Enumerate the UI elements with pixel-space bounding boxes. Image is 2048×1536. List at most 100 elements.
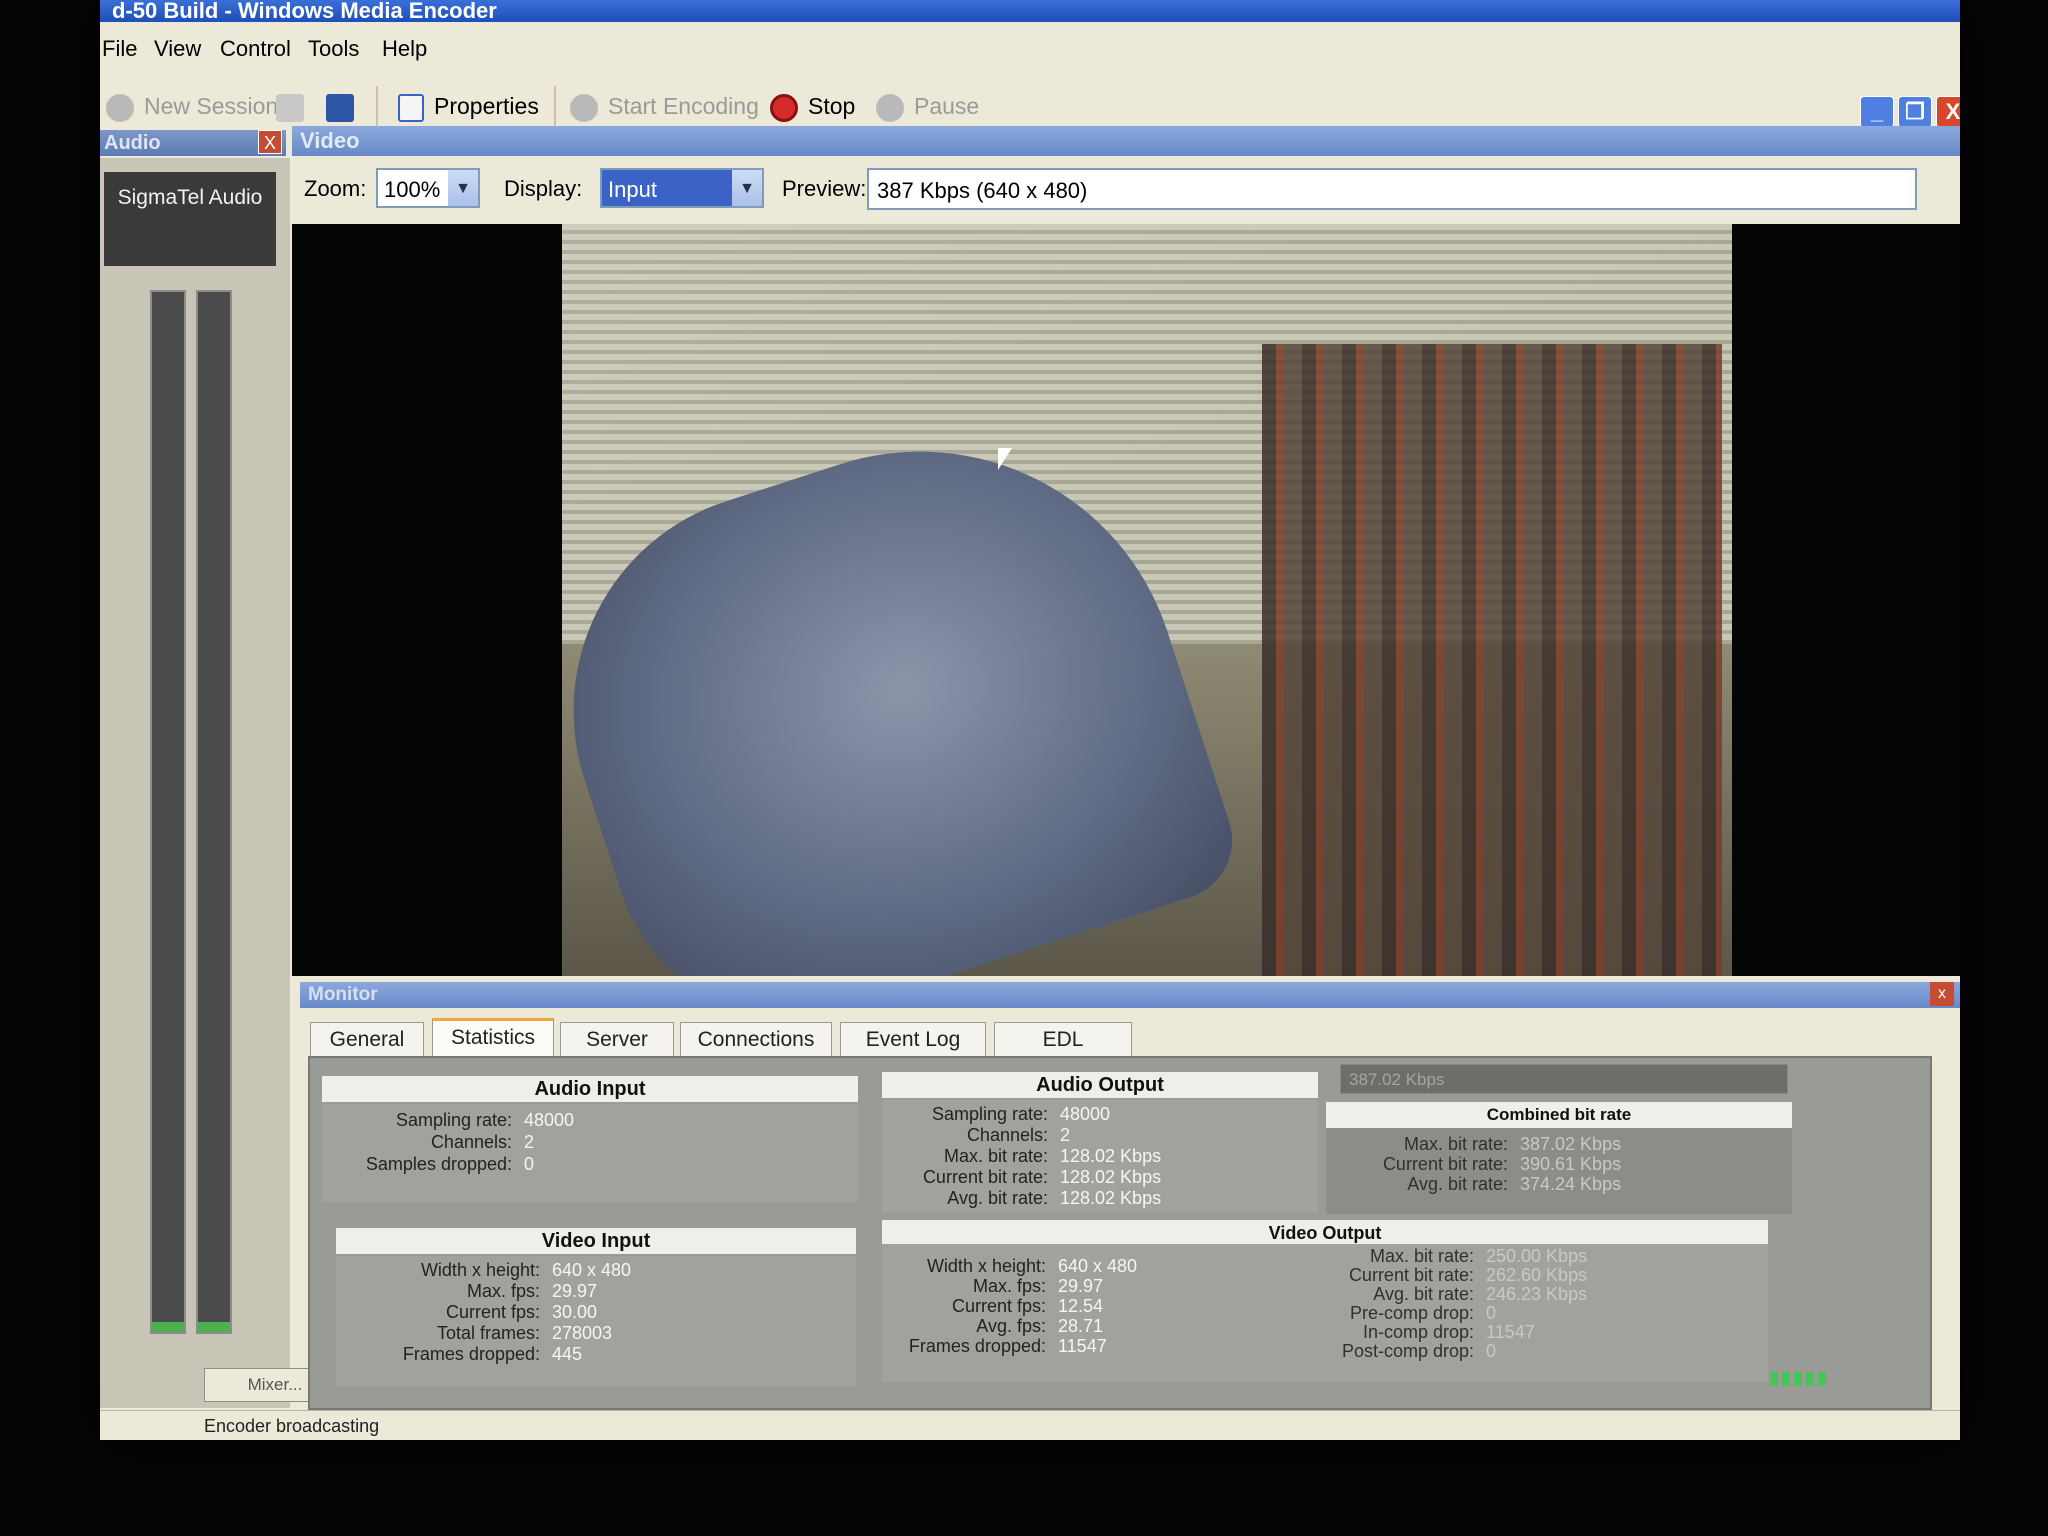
preview-label: Preview: — [782, 176, 867, 201]
stat-value: 2 — [524, 1132, 535, 1152]
stat-value: 11547 — [1058, 1336, 1107, 1356]
stat-label: Max. bit rate: — [1369, 1246, 1474, 1266]
combined-bit-rate-title: Combined bit rate — [1326, 1102, 1792, 1128]
zoom-select[interactable]: 100% ▼ — [376, 168, 480, 208]
statistics-panel: 387.02 Kbps Audio Input Sampling rate: 48… — [308, 1056, 1932, 1410]
menu-control[interactable]: Control — [220, 36, 291, 62]
stat-label: Frames dropped: — [402, 1344, 540, 1364]
stat-value: 0 — [1486, 1303, 1497, 1323]
monitor-close-icon[interactable]: x — [1930, 982, 1954, 1006]
save-icon — [326, 93, 354, 122]
stat-value: 2 — [1060, 1125, 1071, 1145]
audio-device-label: SigmaTel Audio — [104, 172, 276, 266]
stat-value: 30.00 — [552, 1302, 598, 1322]
audio-output-title: Audio Output — [882, 1072, 1318, 1098]
tab-general[interactable]: General — [310, 1022, 424, 1057]
video-input-title: Video Input — [336, 1228, 856, 1254]
audio-meter-right — [196, 290, 232, 1334]
stat-label: Sampling rate: — [931, 1104, 1048, 1124]
encoder-window: d-50 Build - Windows Media Encoder File … — [100, 0, 1960, 1440]
tab-event-log[interactable]: Event Log — [840, 1022, 986, 1057]
stat-label: Current bit rate: — [1348, 1265, 1474, 1285]
display-label: Display: — [504, 176, 583, 201]
stat-value: 250.00 Kbps — [1486, 1246, 1588, 1266]
audio-meter-left — [150, 290, 186, 1334]
stat-value: 374.24 Kbps — [1520, 1174, 1622, 1194]
stat-label: Current bit rate: — [922, 1167, 1048, 1187]
stat-label: Total frames: — [436, 1323, 540, 1343]
new-session-icon — [106, 93, 134, 122]
stat-label: Avg. fps: — [976, 1316, 1046, 1336]
stat-value: 11547 — [1486, 1322, 1535, 1342]
stat-value: 262.60 Kbps — [1486, 1265, 1588, 1285]
stat-value: 28.71 — [1058, 1316, 1104, 1336]
stat-label: Avg. bit rate: — [1373, 1284, 1474, 1304]
tab-connections[interactable]: Connections — [680, 1022, 832, 1057]
tab-server[interactable]: Server — [560, 1022, 674, 1057]
maximize-button[interactable]: ❐ — [1898, 96, 1932, 128]
properties-icon — [398, 93, 424, 122]
stat-label: Width x height: — [420, 1260, 540, 1280]
stop-label: Stop — [808, 93, 856, 119]
stat-label: Channels: — [430, 1132, 512, 1152]
stat-label: Avg. bit rate: — [947, 1188, 1048, 1208]
open-button[interactable] — [276, 88, 314, 124]
stat-label: Max. bit rate: — [1403, 1134, 1508, 1154]
pause-label: Pause — [914, 93, 980, 119]
properties-label: Properties — [434, 93, 539, 119]
save-button[interactable] — [326, 88, 364, 124]
chevron-down-icon: ▼ — [448, 170, 478, 206]
audio-input-title: Audio Input — [322, 1076, 858, 1102]
menu-view[interactable]: View — [154, 36, 201, 62]
garage-shelves — [1262, 344, 1722, 976]
close-button[interactable]: X — [1936, 96, 1960, 128]
preview-rate-field[interactable]: 387 Kbps (640 x 480) — [867, 168, 1917, 210]
stat-label: Max. fps: — [466, 1281, 540, 1301]
audio-close-icon[interactable]: X — [258, 130, 282, 154]
stat-value: 246.23 Kbps — [1486, 1284, 1588, 1304]
menu-help[interactable]: Help — [382, 36, 427, 62]
video-pane-title: Video — [292, 126, 1960, 156]
bitrate-combo[interactable]: 387.02 Kbps — [1340, 1064, 1788, 1094]
start-encoding-icon — [570, 93, 598, 122]
display-select[interactable]: Input ▼ — [600, 168, 764, 208]
display-value: Input — [608, 177, 657, 202]
stat-value: 12.54 — [1058, 1296, 1104, 1316]
car-image — [562, 384, 1248, 976]
stop-icon — [770, 93, 798, 122]
stat-label: Current fps: — [445, 1302, 540, 1322]
start-encoding-button[interactable]: Start Encoding — [570, 88, 759, 124]
new-session-button[interactable]: New Session — [106, 88, 278, 124]
stat-label: In-comp drop: — [1362, 1322, 1474, 1342]
video-feed — [562, 224, 1732, 976]
audio-meter-left-fill — [152, 1321, 184, 1332]
tab-edl[interactable]: EDL — [994, 1022, 1132, 1057]
stat-value: 0 — [1486, 1341, 1497, 1361]
zoom-value: 100% — [384, 177, 441, 202]
video-controls: Zoom: 100% ▼ Display: Input ▼ Preview: 3… — [292, 158, 1960, 222]
menu-tools[interactable]: Tools — [308, 36, 359, 62]
video-preview-area — [292, 224, 1960, 976]
open-icon — [276, 93, 304, 122]
monitor-tabs: General Statistics Server Connections Ev… — [310, 1018, 1910, 1059]
stat-label: Current bit rate: — [1382, 1154, 1508, 1174]
tab-statistics[interactable]: Statistics — [432, 1018, 554, 1059]
stat-label: Current fps: — [951, 1296, 1046, 1316]
new-session-label: New Session — [144, 93, 279, 119]
video-output-title: Video Output — [882, 1220, 1768, 1246]
minimize-button[interactable]: _ — [1860, 96, 1894, 128]
stat-value: 640 x 480 — [552, 1260, 632, 1280]
stat-value: 128.02 Kbps — [1060, 1146, 1162, 1166]
stat-value: 128.02 Kbps — [1060, 1167, 1162, 1187]
status-text: Encoder broadcasting — [204, 1416, 380, 1436]
menu-file[interactable]: File — [102, 36, 137, 62]
start-encoding-label: Start Encoding — [608, 93, 759, 119]
stat-label: Width x height: — [926, 1256, 1046, 1276]
stop-button[interactable]: Stop — [770, 88, 855, 124]
stat-label: Max. fps: — [972, 1276, 1046, 1296]
properties-button[interactable]: Properties — [398, 88, 539, 124]
stat-label: Channels: — [966, 1125, 1048, 1145]
chevron-down-icon: ▼ — [732, 170, 762, 206]
toolbar-separator — [376, 86, 378, 126]
pause-button[interactable]: Pause — [876, 88, 979, 124]
